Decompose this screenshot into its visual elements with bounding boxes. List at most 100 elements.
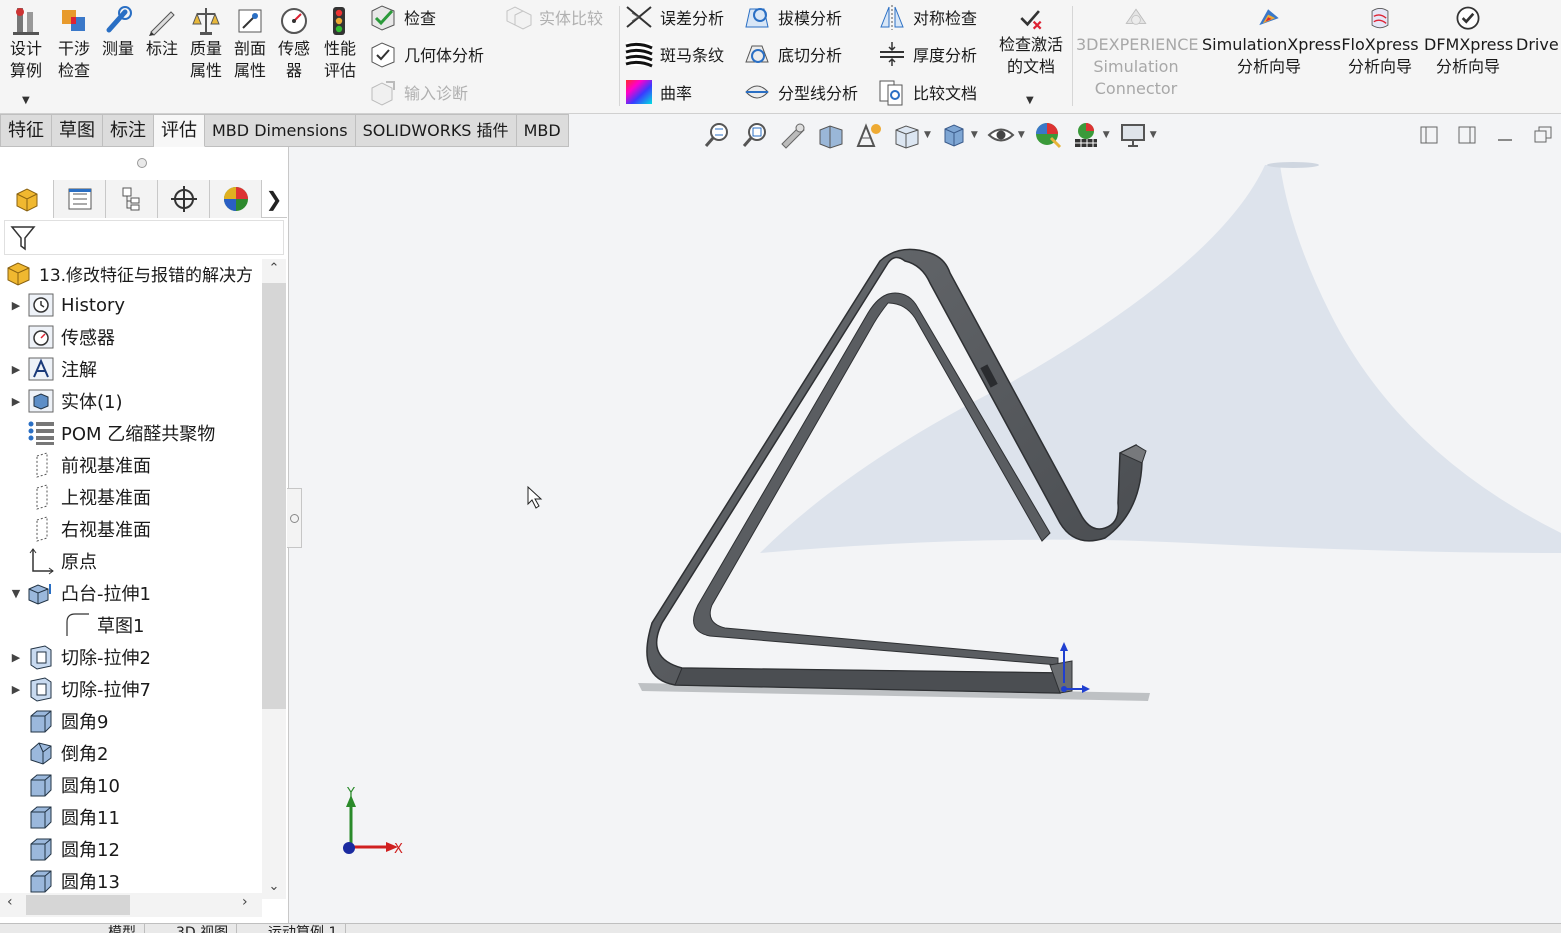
- tree-item-right-plane[interactable]: 右视基准面: [0, 513, 262, 545]
- tab-sketch[interactable]: 草图: [52, 114, 103, 147]
- view-settings-caret[interactable]: ▼: [1150, 130, 1157, 140]
- view-settings-button[interactable]: [1116, 118, 1150, 152]
- design-study-button[interactable]: 设计 算例: [4, 4, 48, 82]
- expand-arrow-icon[interactable]: ▶: [6, 363, 26, 376]
- tree-item-cut-extrude2[interactable]: ▶ 切除-拉伸2: [0, 641, 262, 673]
- tree-item-fillet9[interactable]: 圆角9: [0, 705, 262, 737]
- tree-item-sketch1[interactable]: 草图1: [0, 609, 262, 641]
- tree-item-fillet10[interactable]: 圆角10: [0, 769, 262, 801]
- tab-motion-study[interactable]: 运动算例 1: [260, 924, 347, 933]
- minimize-button[interactable]: [1495, 125, 1515, 145]
- tree-item-solid-bodies[interactable]: ▶ 实体(1): [0, 385, 262, 417]
- floxpress-button[interactable]: FloXpress 分析向导: [1340, 4, 1420, 78]
- displaymanager-tab[interactable]: [210, 180, 262, 218]
- expand-arrow-icon[interactable]: ▶: [6, 299, 26, 312]
- symmetry-check-button[interactable]: 对称检查: [877, 2, 977, 32]
- tab-markup[interactable]: 标注: [103, 114, 154, 147]
- hide-show-caret[interactable]: ▼: [1018, 130, 1025, 140]
- tree-item-boss-extrude1[interactable]: ▼ 凸台-拉伸1: [0, 577, 262, 609]
- compare-documents-button[interactable]: 比较文档: [877, 77, 977, 107]
- tree-root-part[interactable]: 13.修改特征与报错的解决方: [0, 257, 262, 289]
- interference-check-button[interactable]: 干涉 检查: [52, 4, 96, 82]
- propertymanager-tab[interactable]: [54, 180, 106, 218]
- performance-evaluation-button[interactable]: 性能 评估: [318, 4, 362, 82]
- configurationmanager-tab[interactable]: [106, 180, 158, 218]
- tab-3d-views[interactable]: 3D 视图: [168, 924, 238, 933]
- mass-properties-button[interactable]: 质量 属性: [185, 4, 227, 82]
- display-style-button[interactable]: [937, 118, 971, 152]
- expand-arrow-icon[interactable]: ▶: [6, 395, 26, 408]
- tile-right-button[interactable]: [1457, 125, 1477, 145]
- tab-evaluate[interactable]: 评估: [154, 114, 205, 147]
- tree-item-origin[interactable]: 原点: [0, 545, 262, 577]
- expand-arrow-icon[interactable]: ▶: [6, 683, 26, 696]
- zebra-stripes-button[interactable]: 斑马条纹: [624, 39, 724, 69]
- section-view-button[interactable]: [814, 118, 848, 152]
- design-study-caret[interactable]: ▼: [22, 95, 30, 106]
- display-style-caret[interactable]: ▼: [971, 130, 978, 140]
- dimxpertmanager-tab[interactable]: [158, 180, 210, 218]
- curvature-button[interactable]: 曲率: [624, 77, 692, 107]
- tab-features[interactable]: 特征: [0, 114, 52, 147]
- apply-scene-button[interactable]: [1069, 118, 1103, 152]
- feature-tree-filter[interactable]: [4, 220, 284, 255]
- tree-item-cut-extrude7[interactable]: ▶ 切除-拉伸7: [0, 673, 262, 705]
- scroll-up-icon[interactable]: ⌃: [262, 261, 286, 281]
- expand-arrow-icon[interactable]: ▶: [6, 651, 26, 664]
- scrollbar-thumb[interactable]: [262, 283, 286, 709]
- thickness-analysis-button[interactable]: 厚度分析: [877, 39, 977, 69]
- scroll-right-icon[interactable]: ›: [242, 894, 248, 910]
- tree-item-fillet12[interactable]: 圆角12: [0, 833, 262, 865]
- parting-line-analysis-button[interactable]: 分型线分析: [742, 77, 858, 107]
- tree-item-front-plane[interactable]: 前视基准面: [0, 449, 262, 481]
- check-button[interactable]: 检查: [368, 2, 436, 32]
- tree-item-history[interactable]: ▶ History: [0, 289, 262, 321]
- panel-collapse-grip[interactable]: [137, 158, 147, 168]
- tree-item-material[interactable]: POM 乙缩醛共聚物: [0, 417, 262, 449]
- draft-analysis-button[interactable]: 拔模分析: [742, 2, 842, 32]
- tab-mbd-dimensions[interactable]: MBD Dimensions: [205, 114, 356, 147]
- view-orientation-button[interactable]: [890, 118, 924, 152]
- restore-button[interactable]: [1533, 125, 1553, 145]
- scroll-left-icon[interactable]: ‹: [7, 894, 13, 910]
- tile-left-button[interactable]: [1419, 125, 1439, 145]
- simulationxpress-button[interactable]: SimulationXpress 分析向导: [1202, 4, 1341, 78]
- tab-solidworks-addins[interactable]: SOLIDWORKS 插件: [355, 114, 517, 147]
- dfmxpress-button[interactable]: DFMXpress 分析向导: [1424, 4, 1513, 78]
- tab-model[interactable]: 模型: [100, 924, 145, 933]
- check-active-document-button[interactable]: 检查激活 的文档: [995, 4, 1067, 78]
- zoom-to-fit-button[interactable]: [700, 118, 734, 152]
- sensor-button[interactable]: 传感 器: [273, 4, 315, 82]
- zoom-to-area-button[interactable]: [738, 118, 772, 152]
- scrollbar-thumb[interactable]: [26, 895, 130, 915]
- previous-view-button[interactable]: [776, 118, 810, 152]
- measure-button[interactable]: 测量: [98, 4, 138, 60]
- markup-button[interactable]: 标注: [142, 4, 182, 60]
- 3dexperience-simulation-connector-button[interactable]: 3DEXPERIENCE Simulation Connector: [1076, 4, 1199, 100]
- view-orientation-caret[interactable]: ▼: [924, 130, 931, 140]
- tree-item-fillet11[interactable]: 圆角11: [0, 801, 262, 833]
- tab-mbd[interactable]: MBD: [516, 114, 569, 147]
- collapse-arrow-icon[interactable]: ▼: [6, 587, 26, 600]
- graphics-area[interactable]: Y X: [290, 153, 1561, 923]
- drive-button[interactable]: Drive: [1516, 4, 1561, 56]
- scroll-down-icon[interactable]: ⌄: [262, 879, 286, 899]
- check-active-doc-caret[interactable]: ▼: [1026, 95, 1034, 106]
- deviation-analysis-button[interactable]: 误差分析: [624, 2, 724, 32]
- tree-item-sensors[interactable]: 传感器: [0, 321, 262, 353]
- tree-item-chamfer2[interactable]: 倒角2: [0, 737, 262, 769]
- undercut-analysis-button[interactable]: 底切分析: [742, 39, 842, 69]
- tree-horizontal-scrollbar[interactable]: ‹ ›: [0, 893, 262, 917]
- tree-item-top-plane[interactable]: 上视基准面: [0, 481, 262, 513]
- dynamic-annotation-views-button[interactable]: [852, 118, 886, 152]
- section-properties-button[interactable]: 剖面 属性: [229, 4, 271, 82]
- edit-appearance-button[interactable]: [1031, 118, 1065, 152]
- compare-bodies-button[interactable]: 实体比较: [503, 2, 603, 32]
- tree-vertical-scrollbar[interactable]: ⌃ ⌄: [262, 259, 286, 899]
- tree-item-annotations[interactable]: ▶ 注解: [0, 353, 262, 385]
- more-tabs-chevron-icon[interactable]: ❯: [262, 180, 286, 217]
- geometry-analysis-button[interactable]: 几何体分析: [368, 39, 484, 69]
- hide-show-items-button[interactable]: [984, 118, 1018, 152]
- import-diagnostics-button[interactable]: 输入诊断: [368, 77, 468, 107]
- apply-scene-caret[interactable]: ▼: [1103, 130, 1110, 140]
